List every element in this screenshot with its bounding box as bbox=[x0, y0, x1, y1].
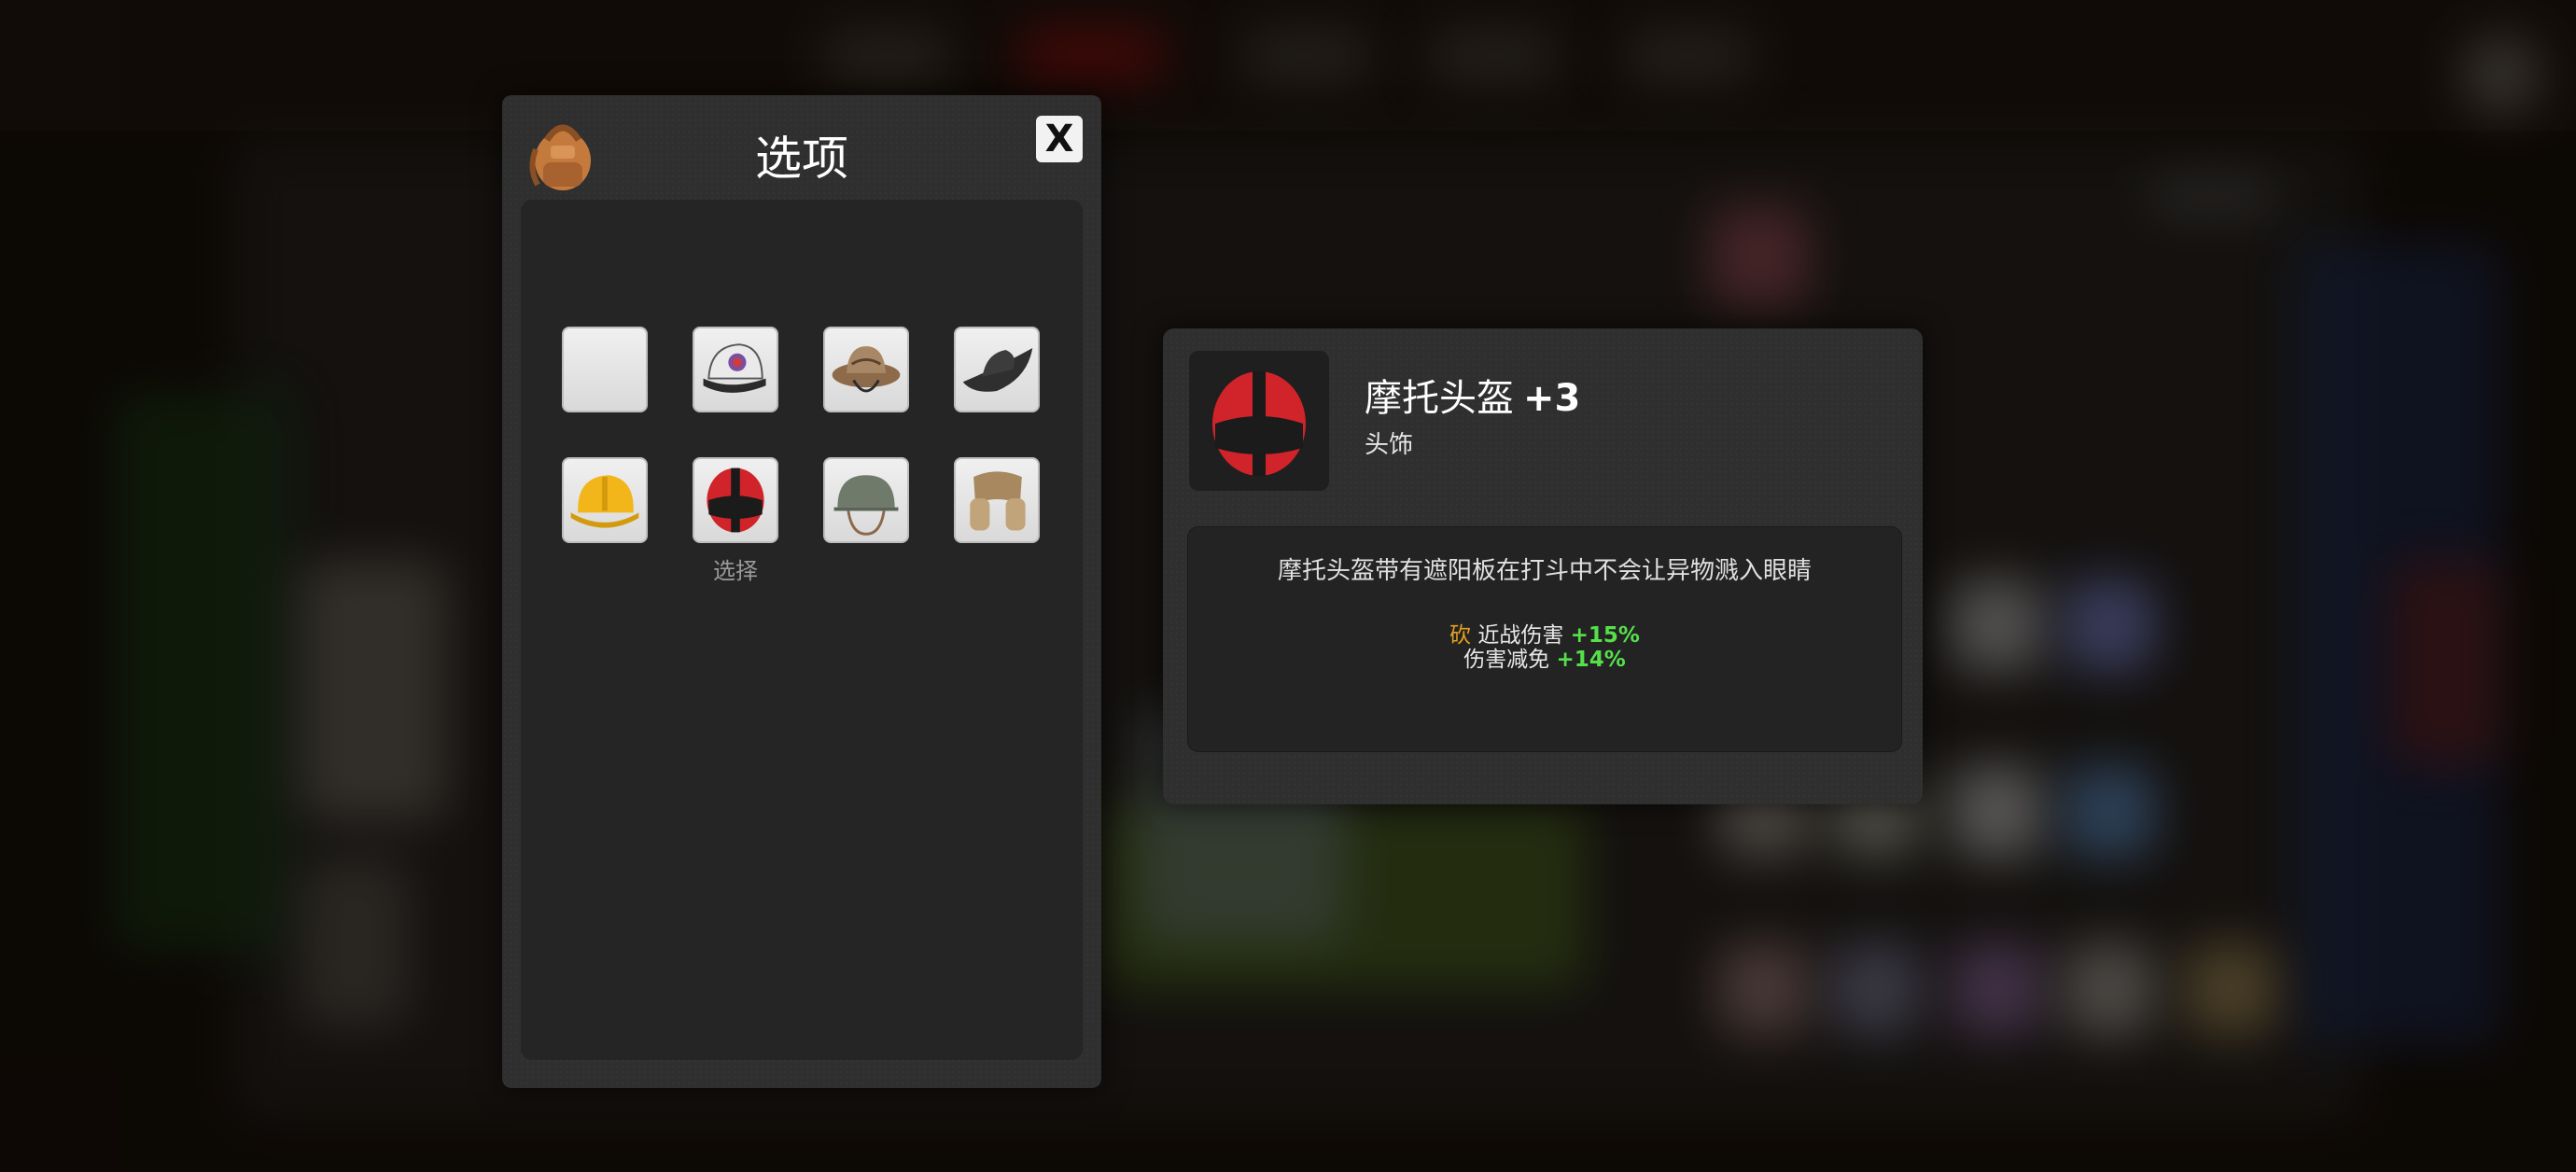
baseball-cap-icon bbox=[694, 328, 777, 411]
item-slot-motorcycle-helmet[interactable] bbox=[693, 457, 778, 543]
stat-line-defense: 伤害减免 +14% bbox=[1188, 641, 1901, 673]
options-panel: 选项 X 选择 bbox=[502, 95, 1101, 1088]
item-grid: 选择 bbox=[521, 200, 1083, 1060]
item-description: 摩托头盔带有遮阳板在打斗中不会让异物溅入眼睛 bbox=[1277, 557, 1812, 585]
item-slot-cowboy-hat[interactable] bbox=[954, 327, 1040, 412]
item-detail-panel: 摩托头盔 +3 头饰 摩托头盔带有遮阳板在打斗中不会让异物溅入眼睛 砍 近战伤害 … bbox=[1163, 328, 1923, 804]
cowboy-hat-icon bbox=[956, 328, 1038, 411]
boonie-hat-icon bbox=[825, 328, 907, 411]
fur-ushanka-icon bbox=[956, 459, 1038, 541]
motorcycle-helmet-icon bbox=[1189, 371, 1329, 495]
army-helmet-icon bbox=[825, 459, 907, 541]
item-slot-boonie-hat[interactable] bbox=[823, 327, 909, 412]
item-level: +3 bbox=[1523, 377, 1581, 420]
item-slot-fur-ushanka[interactable] bbox=[954, 457, 1040, 543]
motorcycle-helmet-icon bbox=[694, 459, 777, 541]
selected-caption: 选择 bbox=[713, 558, 758, 584]
item-type: 头饰 bbox=[1365, 431, 1414, 459]
stat-label: 伤害减免 bbox=[1463, 648, 1550, 672]
description-box: 摩托头盔带有遮阳板在打斗中不会让异物溅入眼睛 砍 近战伤害 +15% 伤害减免 … bbox=[1187, 526, 1902, 752]
item-slot-baseball-cap[interactable] bbox=[693, 327, 778, 412]
close-button[interactable]: X bbox=[1036, 116, 1083, 162]
item-slot-army-helmet[interactable] bbox=[823, 457, 909, 543]
hard-hat-icon bbox=[564, 459, 646, 541]
empty-slot[interactable] bbox=[562, 327, 648, 412]
stat-value: +14% bbox=[1556, 648, 1626, 672]
item-name: 摩托头盔 +3 bbox=[1365, 368, 1580, 422]
item-slot-hard-hat[interactable] bbox=[562, 457, 648, 543]
panel-title: 选项 bbox=[755, 132, 848, 186]
item-name-text: 摩托头盔 bbox=[1365, 377, 1514, 420]
detail-item-image bbox=[1189, 351, 1329, 491]
